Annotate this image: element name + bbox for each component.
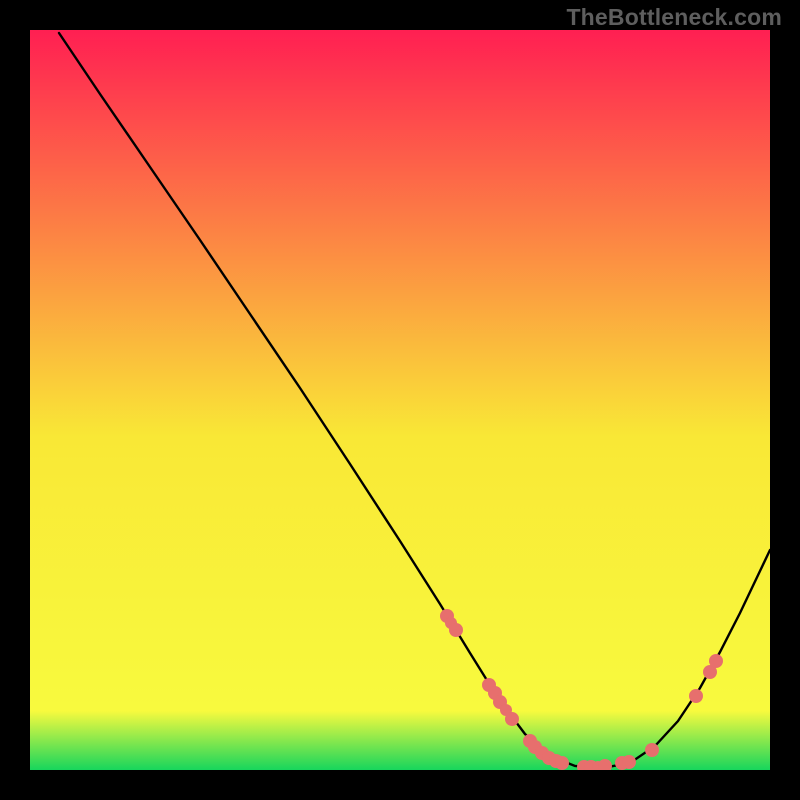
attribution-label: TheBottleneck.com	[566, 4, 782, 31]
gradient-background	[30, 30, 770, 770]
data-marker	[622, 755, 636, 769]
chart-frame: TheBottleneck.com	[0, 0, 800, 800]
data-marker	[555, 756, 569, 770]
data-marker	[505, 712, 519, 726]
data-marker	[645, 743, 659, 757]
data-marker	[689, 689, 703, 703]
data-marker	[449, 623, 463, 637]
bottleneck-chart	[30, 30, 770, 770]
data-marker	[709, 654, 723, 668]
